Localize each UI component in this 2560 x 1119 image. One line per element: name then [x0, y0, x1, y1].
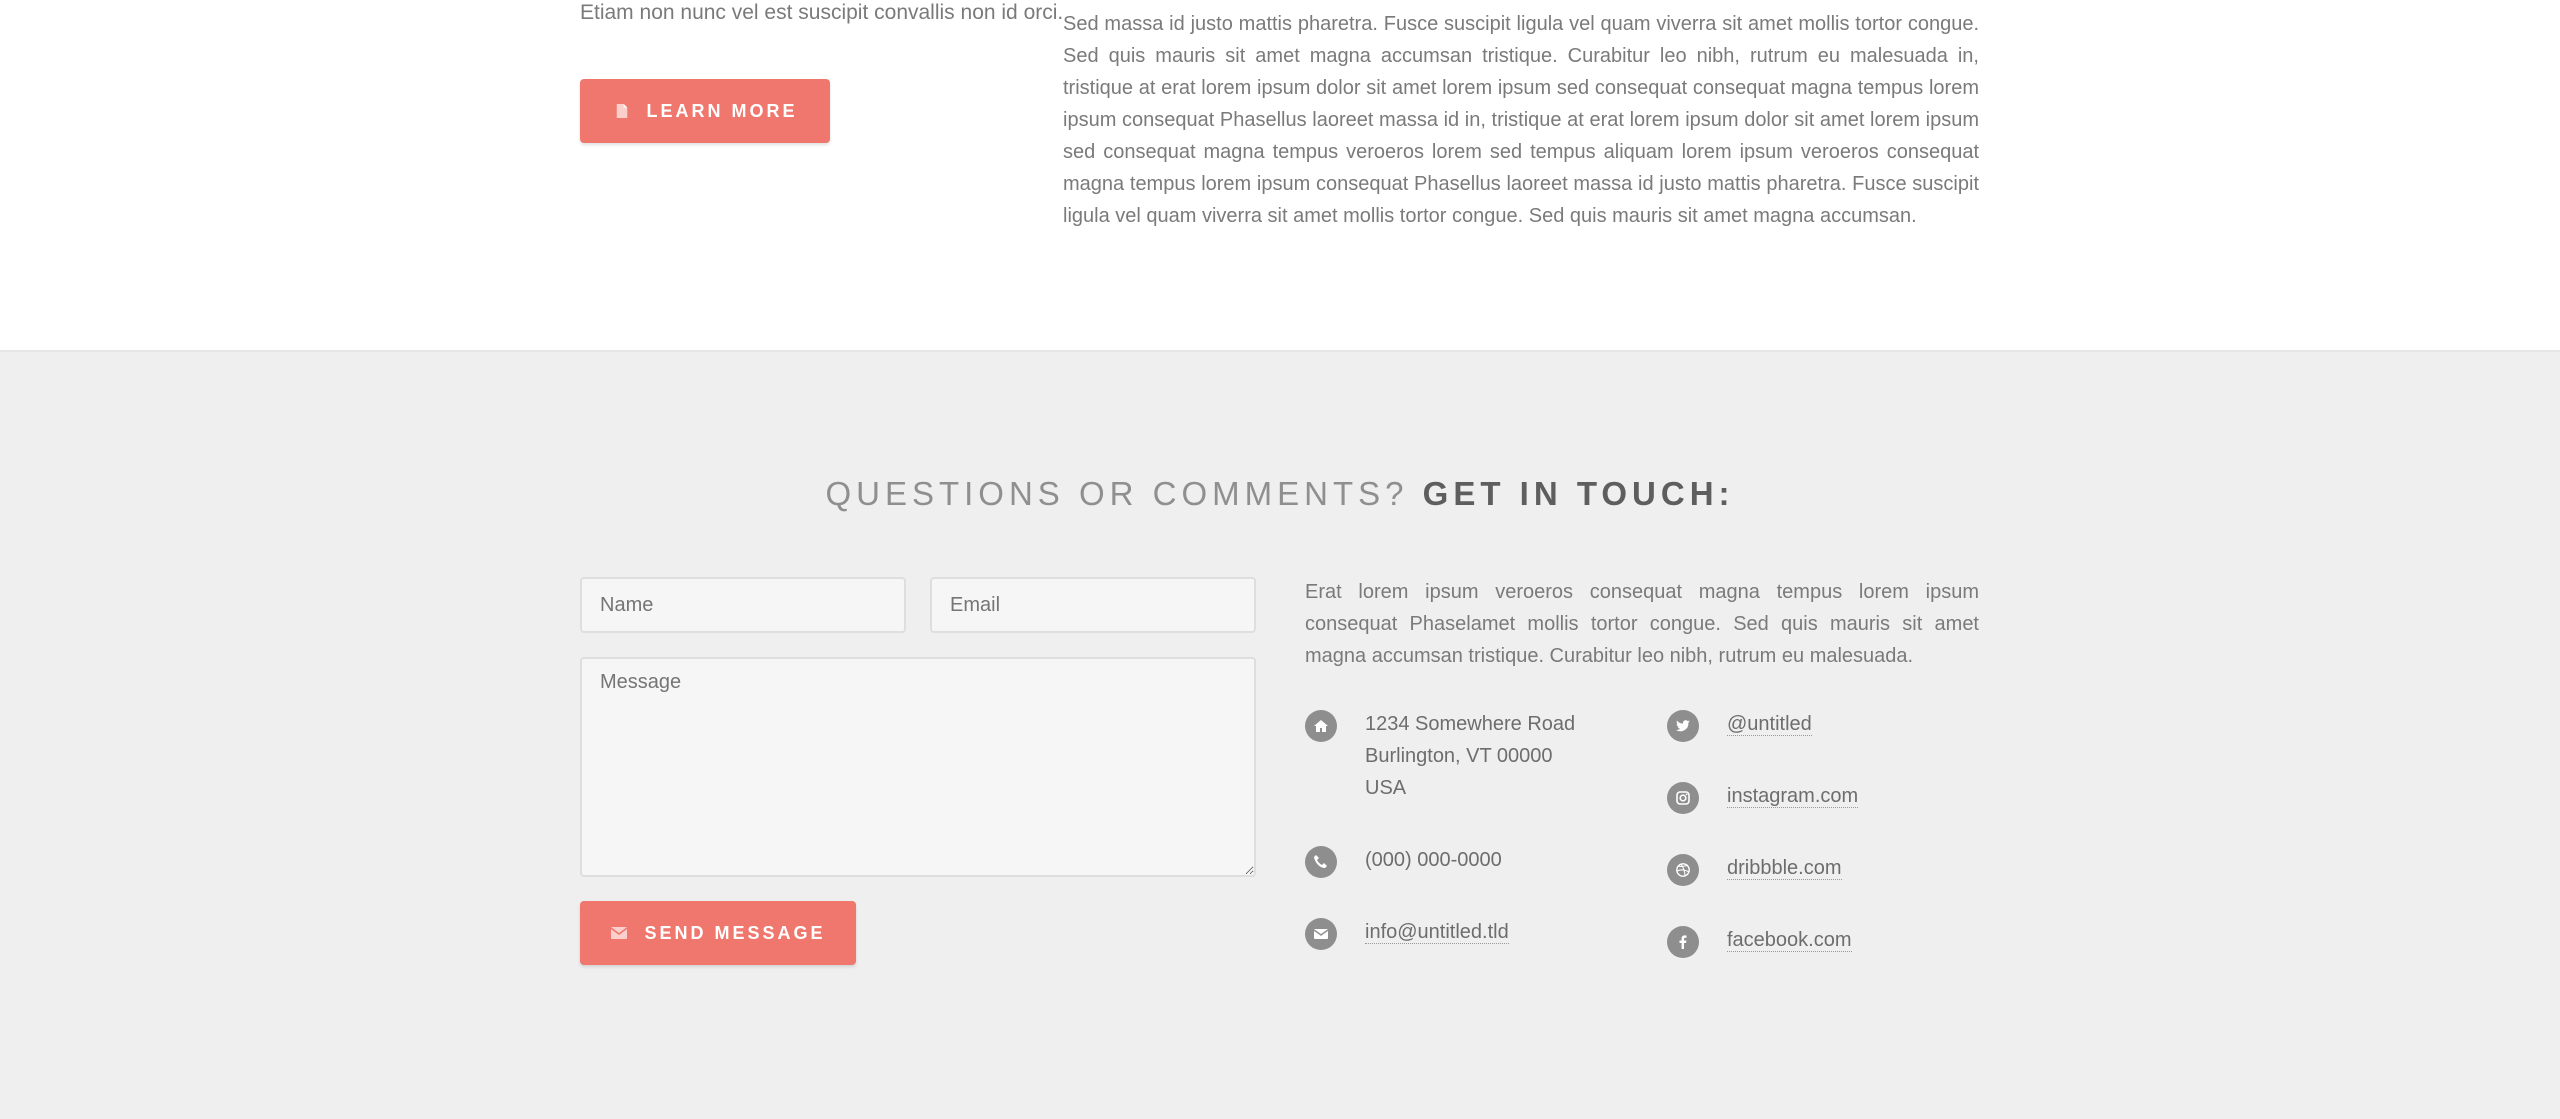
envelope-icon [1305, 918, 1337, 950]
address-item: 1234 Somewhere Road Burlington, VT 00000… [1305, 708, 1575, 804]
document-icon [613, 102, 631, 120]
twitter-item: @untitled [1667, 708, 1812, 742]
address-line-2: Burlington, VT 00000 [1365, 745, 1553, 767]
facebook-link[interactable]: facebook.com [1727, 929, 1852, 952]
phone-item: (000) 000-0000 [1305, 844, 1502, 878]
twitter-icon [1667, 710, 1699, 742]
contact-heading-light: QUESTIONS OR COMMENTS? [825, 475, 1409, 512]
email-item: info@untitled.tld [1305, 916, 1509, 950]
intro-left-text: Etiam non nunc vel est suscipit convalli… [580, 1, 1064, 24]
send-message-button[interactable]: SEND MESSAGE [580, 901, 856, 965]
address-line-3: USA [1365, 777, 1407, 799]
intro-paragraph: Sed massa id justo mattis pharetra. Fusc… [1063, 13, 1979, 227]
message-textarea[interactable] [580, 657, 1256, 877]
dribbble-icon [1667, 854, 1699, 886]
twitter-link[interactable]: @untitled [1727, 713, 1812, 736]
instagram-link[interactable]: instagram.com [1727, 785, 1859, 808]
envelope-icon [610, 924, 628, 942]
facebook-icon [1667, 926, 1699, 958]
home-icon [1305, 710, 1337, 742]
dribbble-item: dribbble.com [1667, 852, 1842, 886]
contact-heading: QUESTIONS OR COMMENTS? GET IN TOUCH: [0, 475, 2560, 513]
name-input[interactable] [580, 577, 906, 633]
learn-more-button[interactable]: LEARN MORE [580, 79, 830, 143]
learn-more-label: LEARN MORE [646, 100, 798, 121]
instagram-icon [1667, 782, 1699, 814]
phone-icon [1305, 846, 1337, 878]
facebook-item: facebook.com [1667, 924, 1852, 958]
contact-section: QUESTIONS OR COMMENTS? GET IN TOUCH: SEN… [0, 352, 2560, 1119]
address-line-1: 1234 Somewhere Road [1365, 713, 1576, 735]
address-text: 1234 Somewhere Road Burlington, VT 00000… [1365, 708, 1575, 804]
contact-paragraph: Erat lorem ipsum veroeros consequat magn… [1305, 581, 1979, 667]
instagram-item: instagram.com [1667, 780, 1859, 814]
send-message-label: SEND MESSAGE [644, 922, 826, 943]
email-link[interactable]: info@untitled.tld [1365, 921, 1509, 944]
dribbble-link[interactable]: dribbble.com [1727, 857, 1842, 880]
intro-section: Etiam non nunc vel est suscipit convalli… [0, 0, 2560, 352]
contact-heading-bold: GET IN TOUCH: [1422, 475, 1735, 512]
phone-text: (000) 000-0000 [1365, 849, 1502, 871]
email-input[interactable] [930, 577, 1256, 633]
